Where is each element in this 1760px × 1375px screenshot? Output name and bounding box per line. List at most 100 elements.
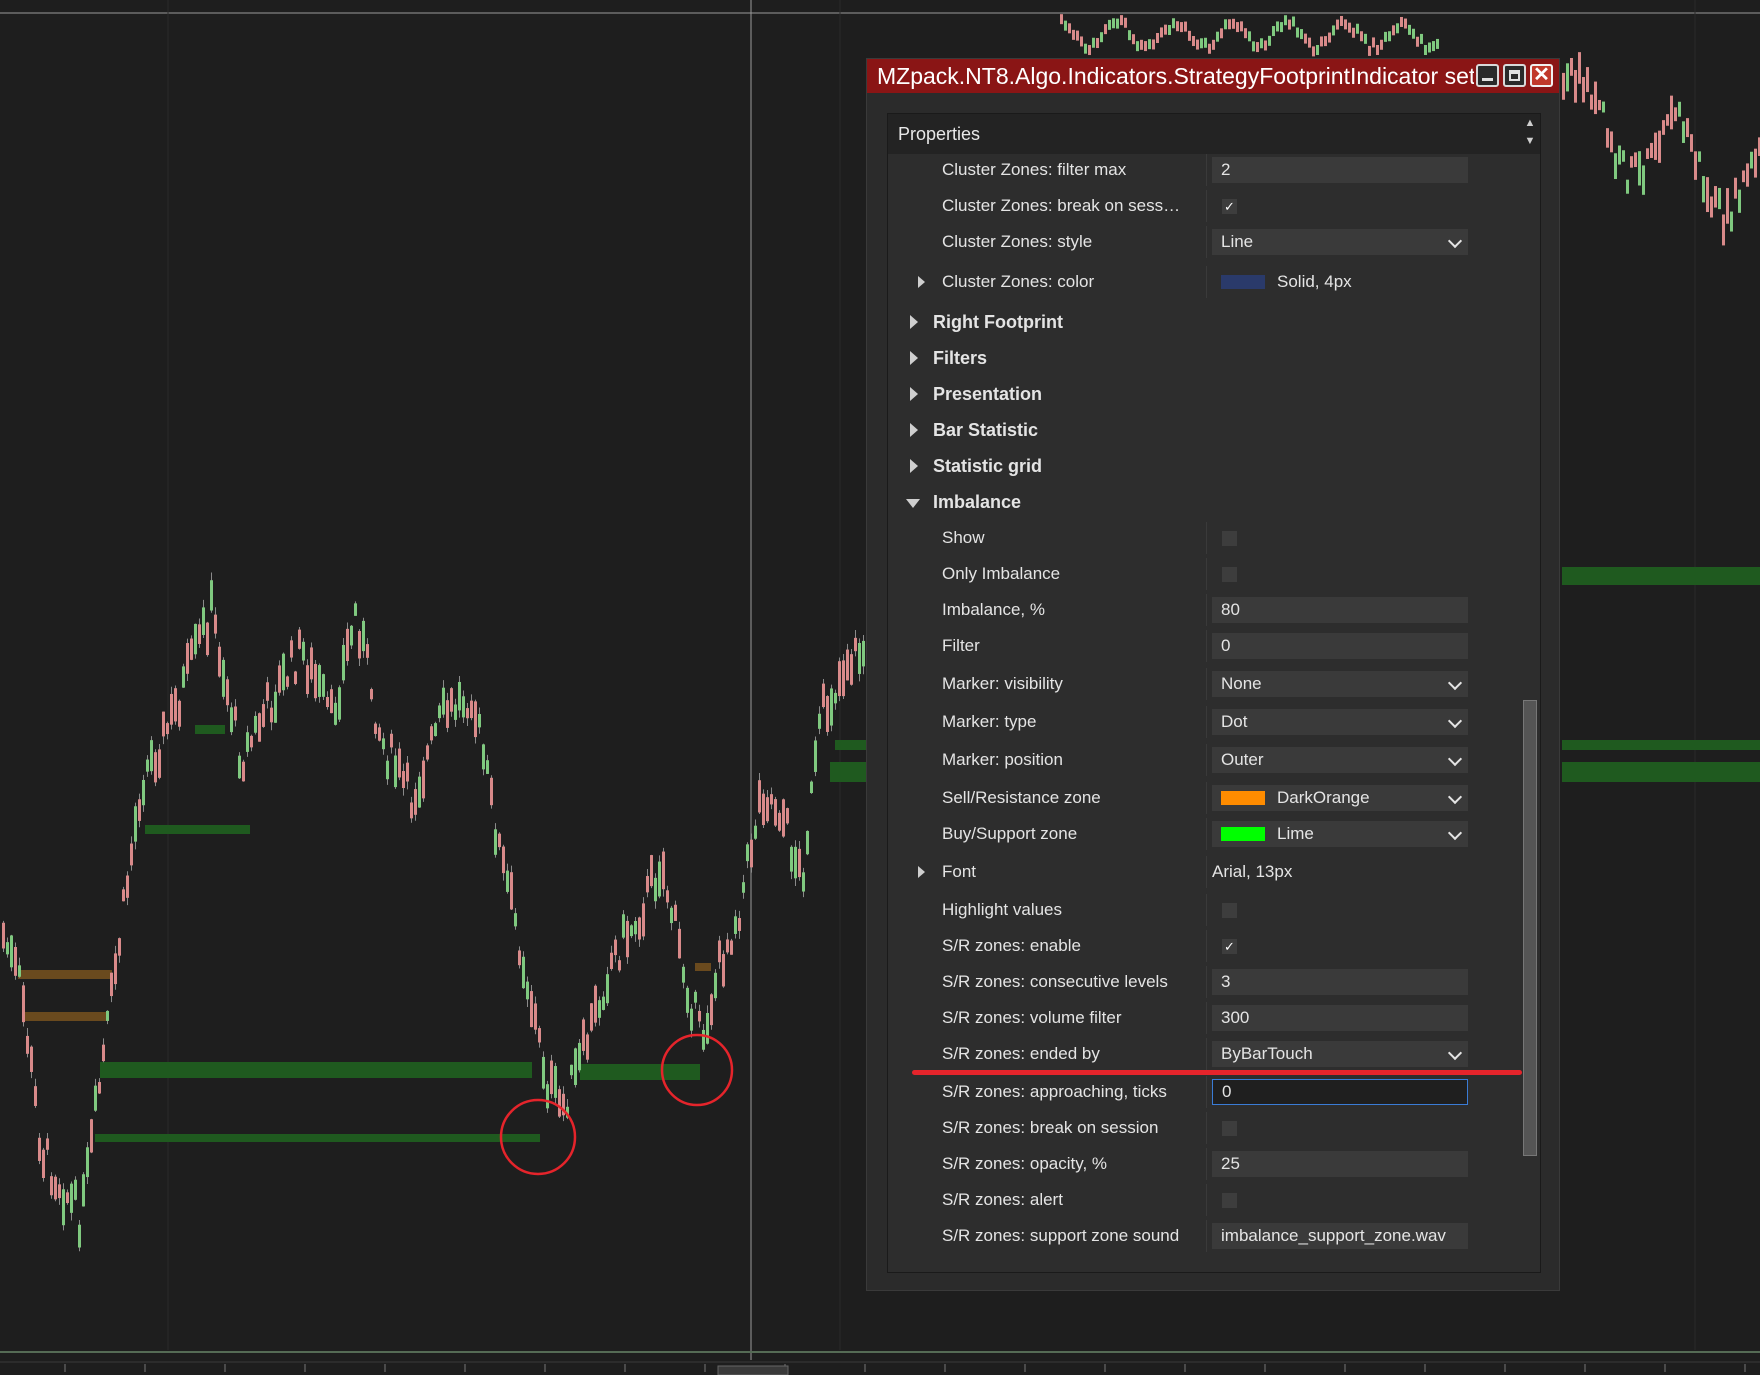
- dropdown-field[interactable]: Line: [1212, 229, 1468, 255]
- maximize-button[interactable]: [1503, 64, 1526, 87]
- candle-body: [1292, 16, 1295, 27]
- dropdown-field[interactable]: ByBarTouch: [1212, 1041, 1468, 1067]
- text-field[interactable]: 80: [1212, 597, 1468, 623]
- property-label: Marker: position: [942, 750, 1063, 769]
- dropdown-field[interactable]: DarkOrange: [1212, 785, 1468, 811]
- property-row[interactable]: Buy/Support zone Lime: [888, 818, 1522, 850]
- candle-body: [1694, 151, 1697, 180]
- expand-arrow-icon[interactable]: [910, 387, 918, 401]
- candle-body: [1436, 38, 1439, 49]
- expand-arrow-icon[interactable]: [918, 866, 925, 878]
- candle-body: [1686, 118, 1689, 138]
- dropdown-field[interactable]: Dot: [1212, 709, 1468, 735]
- property-row[interactable]: S/R zones: consecutive levels 3: [888, 966, 1522, 998]
- candle-body: [102, 1044, 105, 1062]
- property-row[interactable]: S/R zones: break on session: [888, 1112, 1522, 1144]
- property-row[interactable]: Highlight values: [888, 894, 1522, 926]
- text-field[interactable]: 25: [1212, 1151, 1468, 1177]
- property-row[interactable]: S/R zones: enable ✓: [888, 930, 1522, 962]
- property-row[interactable]: Sell/Resistance zone DarkOrange: [888, 782, 1522, 814]
- color-swatch: [1221, 791, 1265, 805]
- candle-body: [354, 603, 357, 616]
- expand-arrow-icon[interactable]: [910, 459, 918, 473]
- dropdown-field[interactable]: None: [1212, 671, 1468, 697]
- property-row[interactable]: Marker: visibility None: [888, 668, 1522, 700]
- candle-body: [690, 1008, 693, 1031]
- candle-body: [118, 938, 121, 956]
- property-label: Cluster Zones: filter max: [942, 160, 1127, 179]
- property-row[interactable]: Right Footprint: [888, 306, 1522, 338]
- property-row[interactable]: Cluster Zones: style Line: [888, 226, 1522, 258]
- property-row[interactable]: Bar Statistic: [888, 414, 1522, 446]
- property-row[interactable]: Font Arial, 13px: [888, 856, 1522, 888]
- candle-body: [142, 779, 145, 806]
- checkbox[interactable]: [1222, 1193, 1237, 1208]
- checkbox[interactable]: [1222, 1121, 1237, 1136]
- property-row[interactable]: Presentation: [888, 378, 1522, 410]
- property-row[interactable]: S/R zones: approaching, ticks 0: [888, 1076, 1522, 1108]
- expand-arrow-icon[interactable]: [918, 276, 925, 288]
- candle-body: [502, 846, 505, 874]
- property-row[interactable]: Marker: position Outer: [888, 744, 1522, 776]
- checkbox[interactable]: [1222, 903, 1237, 918]
- expand-arrow-icon[interactable]: [910, 351, 918, 365]
- property-row[interactable]: Filter 0: [888, 630, 1522, 662]
- property-row[interactable]: S/R zones: support zone sound imbalance_s…: [888, 1220, 1522, 1252]
- property-row[interactable]: Imbalance: [888, 486, 1522, 518]
- scroll-up-icon[interactable]: ▲: [1520, 114, 1540, 132]
- property-row[interactable]: Imbalance, % 80: [888, 594, 1522, 626]
- text-field[interactable]: imbalance_support_zone.wav: [1212, 1223, 1468, 1249]
- candle-body: [146, 759, 149, 772]
- property-row[interactable]: Filters: [888, 342, 1522, 374]
- vertical-scrollbar[interactable]: [1520, 154, 1540, 1272]
- scroll-down-icon[interactable]: ▼: [1520, 132, 1540, 150]
- grid-scroll-arrows: ▲ ▼: [1520, 114, 1540, 154]
- candle-body: [1120, 15, 1123, 26]
- candle-body: [438, 705, 441, 719]
- candle-body: [182, 666, 185, 688]
- candle-body: [54, 1176, 57, 1200]
- checkbox[interactable]: ✓: [1222, 199, 1237, 214]
- collapse-arrow-icon[interactable]: [906, 499, 920, 508]
- property-row[interactable]: Cluster Zones: break on sess… ✓: [888, 190, 1522, 222]
- candle-body: [1068, 23, 1071, 34]
- close-button[interactable]: ✕: [1530, 64, 1553, 87]
- checkbox[interactable]: [1222, 531, 1237, 546]
- dropdown-field[interactable]: Lime: [1212, 821, 1468, 847]
- candle-body: [1734, 177, 1737, 199]
- candle-body: [590, 1003, 593, 1031]
- property-row[interactable]: Only Imbalance: [888, 558, 1522, 590]
- dropdown-field[interactable]: Outer: [1212, 747, 1468, 773]
- property-row[interactable]: Cluster Zones: color Solid, 4px: [888, 266, 1522, 298]
- property-row[interactable]: Cluster Zones: filter max 2: [888, 154, 1522, 186]
- scrollbar-thumb[interactable]: [1523, 700, 1537, 1156]
- text-field[interactable]: 0: [1212, 633, 1468, 659]
- expand-arrow-icon[interactable]: [910, 315, 918, 329]
- property-row[interactable]: Statistic grid: [888, 450, 1522, 482]
- checkbox[interactable]: ✓: [1222, 939, 1237, 954]
- text-field[interactable]: 300: [1212, 1005, 1468, 1031]
- property-row[interactable]: Marker: type Dot: [888, 706, 1522, 738]
- candle-body: [554, 1066, 557, 1098]
- text-field[interactable]: 0: [1212, 1079, 1468, 1105]
- minimize-button[interactable]: [1476, 64, 1499, 87]
- dialog-title-bar[interactable]: MZpack.NT8.Algo.Indicators.StrategyFootp…: [867, 59, 1559, 93]
- property-row[interactable]: S/R zones: alert: [888, 1184, 1522, 1216]
- candle-body: [106, 1010, 109, 1021]
- candle-body: [1168, 25, 1171, 36]
- column-divider: [1206, 522, 1207, 554]
- checkbox[interactable]: [1222, 567, 1237, 582]
- text-field[interactable]: 2: [1212, 157, 1468, 183]
- property-row[interactable]: S/R zones: volume filter 300: [888, 1002, 1522, 1034]
- property-row[interactable]: Show: [888, 522, 1522, 554]
- expand-arrow-icon[interactable]: [910, 423, 918, 437]
- property-row[interactable]: S/R zones: ended by ByBarTouch: [888, 1038, 1522, 1070]
- column-divider: [1206, 266, 1207, 298]
- candle-body: [402, 771, 405, 789]
- text-field[interactable]: 3: [1212, 969, 1468, 995]
- candle-body: [1084, 43, 1087, 54]
- property-row[interactable]: S/R zones: opacity, % 25: [888, 1148, 1522, 1180]
- property-label: S/R zones: opacity, %: [942, 1154, 1108, 1173]
- candle-body: [1372, 37, 1375, 48]
- candle-body: [702, 1029, 705, 1050]
